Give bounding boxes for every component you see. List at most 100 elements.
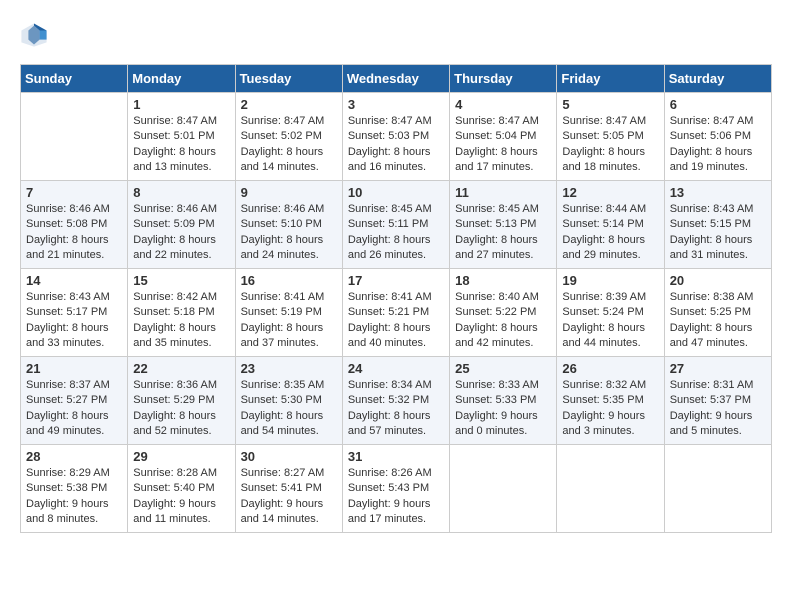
day-info: Sunrise: 8:42 AMSunset: 5:18 PMDaylight:… (133, 290, 229, 352)
calendar-cell: 4 Sunrise: 8:47 AMSunset: 5:04 PMDaylight… (450, 93, 557, 181)
day-info: Sunrise: 8:47 AMSunset: 5:04 PMDaylight:… (455, 114, 551, 176)
calendar-cell: 21 Sunrise: 8:37 AMSunset: 5:27 PMDayligh… (21, 357, 128, 445)
calendar-cell: 8 Sunrise: 8:46 AMSunset: 5:09 PMDaylight… (128, 181, 235, 269)
week-row-3: 14 Sunrise: 8:43 AMSunset: 5:17 PMDayligh… (21, 269, 772, 357)
calendar-cell: 18 Sunrise: 8:40 AMSunset: 5:22 PMDayligh… (450, 269, 557, 357)
logo (20, 20, 52, 48)
day-info: Sunrise: 8:41 AMSunset: 5:19 PMDaylight:… (241, 290, 337, 352)
day-number: 4 (455, 97, 551, 112)
calendar-cell: 23 Sunrise: 8:35 AMSunset: 5:30 PMDayligh… (235, 357, 342, 445)
day-info: Sunrise: 8:39 AMSunset: 5:24 PMDaylight:… (562, 290, 658, 352)
calendar-cell: 24 Sunrise: 8:34 AMSunset: 5:32 PMDayligh… (342, 357, 449, 445)
calendar-cell: 25Sunrise: 8:33 AMSunset: 5:33 PMDayligh… (450, 357, 557, 445)
day-number: 15 (133, 273, 229, 288)
day-info: Sunrise: 8:47 AMSunset: 5:02 PMDaylight:… (241, 114, 337, 176)
day-number: 14 (26, 273, 122, 288)
day-info: Sunrise: 8:29 AMSunset: 5:38 PMDaylight:… (26, 466, 122, 528)
day-info: Sunrise: 8:45 AMSunset: 5:11 PMDaylight:… (348, 202, 444, 264)
day-info: Sunrise: 8:31 AMSunset: 5:37 PMDaylight:… (670, 378, 766, 440)
day-info: Sunrise: 8:43 AMSunset: 5:17 PMDaylight:… (26, 290, 122, 352)
day-number: 23 (241, 361, 337, 376)
day-info: Sunrise: 8:37 AMSunset: 5:27 PMDaylight:… (26, 378, 122, 440)
calendar-cell: 31 Sunrise: 8:26 AMSunset: 5:43 PMDayligh… (342, 445, 449, 533)
calendar-cell: 7 Sunrise: 8:46 AMSunset: 5:08 PMDaylight… (21, 181, 128, 269)
day-number: 19 (562, 273, 658, 288)
day-number: 7 (26, 185, 122, 200)
calendar-cell: 28 Sunrise: 8:29 AMSunset: 5:38 PMDayligh… (21, 445, 128, 533)
day-info: Sunrise: 8:41 AMSunset: 5:21 PMDaylight:… (348, 290, 444, 352)
calendar-cell: 2 Sunrise: 8:47 AMSunset: 5:02 PMDaylight… (235, 93, 342, 181)
calendar-cell: 6 Sunrise: 8:47 AMSunset: 5:06 PMDaylight… (664, 93, 771, 181)
day-info: Sunrise: 8:47 AMSunset: 5:03 PMDaylight:… (348, 114, 444, 176)
weekday-header-thursday: Thursday (450, 65, 557, 93)
day-number: 21 (26, 361, 122, 376)
day-number: 29 (133, 449, 229, 464)
calendar-cell: 10 Sunrise: 8:45 AMSunset: 5:11 PMDayligh… (342, 181, 449, 269)
calendar-cell (664, 445, 771, 533)
calendar-cell: 13 Sunrise: 8:43 AMSunset: 5:15 PMDayligh… (664, 181, 771, 269)
day-number: 2 (241, 97, 337, 112)
day-info: Sunrise: 8:46 AMSunset: 5:09 PMDaylight:… (133, 202, 229, 264)
calendar-cell: 1 Sunrise: 8:47 AMSunset: 5:01 PMDaylight… (128, 93, 235, 181)
calendar-cell: 19 Sunrise: 8:39 AMSunset: 5:24 PMDayligh… (557, 269, 664, 357)
day-number: 1 (133, 97, 229, 112)
weekday-header-sunday: Sunday (21, 65, 128, 93)
day-info: Sunrise: 8:43 AMSunset: 5:15 PMDaylight:… (670, 202, 766, 264)
day-number: 9 (241, 185, 337, 200)
calendar-cell: 27 Sunrise: 8:31 AMSunset: 5:37 PMDayligh… (664, 357, 771, 445)
day-number: 28 (26, 449, 122, 464)
day-info: Sunrise: 8:26 AMSunset: 5:43 PMDaylight:… (348, 466, 444, 528)
day-info: Sunrise: 8:38 AMSunset: 5:25 PMDaylight:… (670, 290, 766, 352)
day-number: 22 (133, 361, 229, 376)
day-number: 31 (348, 449, 444, 464)
week-row-1: 1 Sunrise: 8:47 AMSunset: 5:01 PMDaylight… (21, 93, 772, 181)
calendar-cell: 3 Sunrise: 8:47 AMSunset: 5:03 PMDaylight… (342, 93, 449, 181)
day-info: Sunrise: 8:46 AMSunset: 5:10 PMDaylight:… (241, 202, 337, 264)
day-number: 5 (562, 97, 658, 112)
weekday-header-wednesday: Wednesday (342, 65, 449, 93)
day-number: 26 (562, 361, 658, 376)
calendar-cell (557, 445, 664, 533)
day-info: Sunrise: 8:44 AMSunset: 5:14 PMDaylight:… (562, 202, 658, 264)
day-number: 16 (241, 273, 337, 288)
weekday-header-saturday: Saturday (664, 65, 771, 93)
day-number: 27 (670, 361, 766, 376)
day-number: 30 (241, 449, 337, 464)
day-info: Sunrise: 8:32 AMSunset: 5:35 PMDaylight:… (562, 378, 658, 440)
day-info: Sunrise: 8:47 AMSunset: 5:06 PMDaylight:… (670, 114, 766, 176)
calendar-cell: 29 Sunrise: 8:28 AMSunset: 5:40 PMDayligh… (128, 445, 235, 533)
day-number: 12 (562, 185, 658, 200)
day-number: 24 (348, 361, 444, 376)
calendar-table: SundayMondayTuesdayWednesdayThursdayFrid… (20, 64, 772, 533)
calendar-cell: 5Sunrise: 8:47 AMSunset: 5:05 PMDaylight… (557, 93, 664, 181)
page-header (20, 20, 772, 48)
day-number: 18 (455, 273, 551, 288)
calendar-cell: 14 Sunrise: 8:43 AMSunset: 5:17 PMDayligh… (21, 269, 128, 357)
calendar-cell: 9 Sunrise: 8:46 AMSunset: 5:10 PMDaylight… (235, 181, 342, 269)
day-info: Sunrise: 8:35 AMSunset: 5:30 PMDaylight:… (241, 378, 337, 440)
day-number: 3 (348, 97, 444, 112)
weekday-header-tuesday: Tuesday (235, 65, 342, 93)
weekday-header-monday: Monday (128, 65, 235, 93)
weekday-header-row: SundayMondayTuesdayWednesdayThursdayFrid… (21, 65, 772, 93)
calendar-cell (450, 445, 557, 533)
day-number: 20 (670, 273, 766, 288)
logo-icon (20, 20, 48, 48)
calendar-cell: 22Sunrise: 8:36 AMSunset: 5:29 PMDayligh… (128, 357, 235, 445)
day-number: 6 (670, 97, 766, 112)
day-info: Sunrise: 8:34 AMSunset: 5:32 PMDaylight:… (348, 378, 444, 440)
day-number: 13 (670, 185, 766, 200)
week-row-5: 28 Sunrise: 8:29 AMSunset: 5:38 PMDayligh… (21, 445, 772, 533)
day-info: Sunrise: 8:47 AMSunset: 5:01 PMDaylight:… (133, 114, 229, 176)
day-number: 10 (348, 185, 444, 200)
week-row-2: 7 Sunrise: 8:46 AMSunset: 5:08 PMDaylight… (21, 181, 772, 269)
calendar-cell: 20 Sunrise: 8:38 AMSunset: 5:25 PMDayligh… (664, 269, 771, 357)
day-info: Sunrise: 8:33 AMSunset: 5:33 PMDaylight:… (455, 378, 551, 440)
calendar-cell: 15 Sunrise: 8:42 AMSunset: 5:18 PMDayligh… (128, 269, 235, 357)
day-info: Sunrise: 8:28 AMSunset: 5:40 PMDaylight:… (133, 466, 229, 528)
calendar-cell: 17Sunrise: 8:41 AMSunset: 5:21 PMDayligh… (342, 269, 449, 357)
day-info: Sunrise: 8:46 AMSunset: 5:08 PMDaylight:… (26, 202, 122, 264)
calendar-cell: 30Sunrise: 8:27 AMSunset: 5:41 PMDayligh… (235, 445, 342, 533)
day-info: Sunrise: 8:40 AMSunset: 5:22 PMDaylight:… (455, 290, 551, 352)
day-number: 8 (133, 185, 229, 200)
